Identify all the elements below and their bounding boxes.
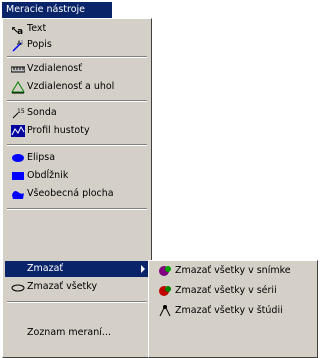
menu-item-freeform-area[interactable]: Všeobecná plocha: [5, 186, 149, 202]
separator: [7, 100, 147, 102]
submenu-item-delete-study[interactable]: Zmazať všetky v štúdii: [151, 301, 315, 321]
submenu-item-delete-series[interactable]: Zmazať všetky v sérii: [151, 281, 315, 301]
submenu-item-delete-image[interactable]: Zmazať všetky v snímke: [151, 261, 315, 281]
delete-image-icon: [159, 266, 171, 276]
angle-icon: [11, 81, 25, 94]
density-profile-icon: [11, 125, 25, 137]
separator: [7, 208, 147, 210]
delete-study-icon: [159, 304, 171, 317]
menu-item-distance[interactable]: Vzdialenosť: [5, 61, 149, 77]
svg-text:a: a: [17, 27, 23, 36]
ellipse-icon: [12, 154, 24, 162]
menu-item-measurement-list[interactable]: Zoznam meraní...: [5, 325, 149, 341]
svg-text:15: 15: [17, 108, 25, 115]
menu-item-delete[interactable]: Zmazať: [5, 261, 149, 277]
text-annotation-icon: ↖ a: [11, 26, 23, 36]
menu-title[interactable]: Meracie nástroje: [2, 2, 112, 18]
menu-item-delete-all[interactable]: Zmazať všetky: [5, 279, 149, 295]
menu-item-rectangle[interactable]: Obdĺžnik: [5, 168, 149, 184]
delete-series-icon: [159, 286, 171, 296]
menu-item-text[interactable]: ↖ a Text: [5, 21, 149, 37]
ruler-icon: [11, 66, 25, 73]
delete-submenu: Zmazať všetky v snímke Zmazať všetky v s…: [148, 260, 318, 358]
menu-item-density-profile[interactable]: Profil hustoty: [5, 123, 149, 139]
probe-icon: 15: [12, 108, 25, 119]
freeform-area-icon: [12, 191, 24, 199]
menu-item-probe[interactable]: 15 Sonda: [5, 105, 149, 121]
separator: [7, 144, 147, 146]
eraser-icon: [11, 284, 25, 292]
separator: [7, 56, 147, 58]
measurement-tools-menu: ↖ a Text Ai Popis Vzdialenosť Vzdialenos…: [2, 18, 152, 358]
separator: [7, 301, 147, 303]
menu-item-popis[interactable]: Ai Popis: [5, 37, 149, 53]
svg-text:Ai: Ai: [17, 40, 23, 47]
arrow-annotation-icon: Ai: [12, 40, 23, 52]
submenu-arrow-icon: [141, 265, 145, 273]
menu-item-ellipse[interactable]: Elipsa: [5, 150, 149, 166]
rectangle-icon: [12, 172, 24, 180]
menu-item-distance-angle[interactable]: Vzdialenosť a uhol: [5, 79, 149, 95]
